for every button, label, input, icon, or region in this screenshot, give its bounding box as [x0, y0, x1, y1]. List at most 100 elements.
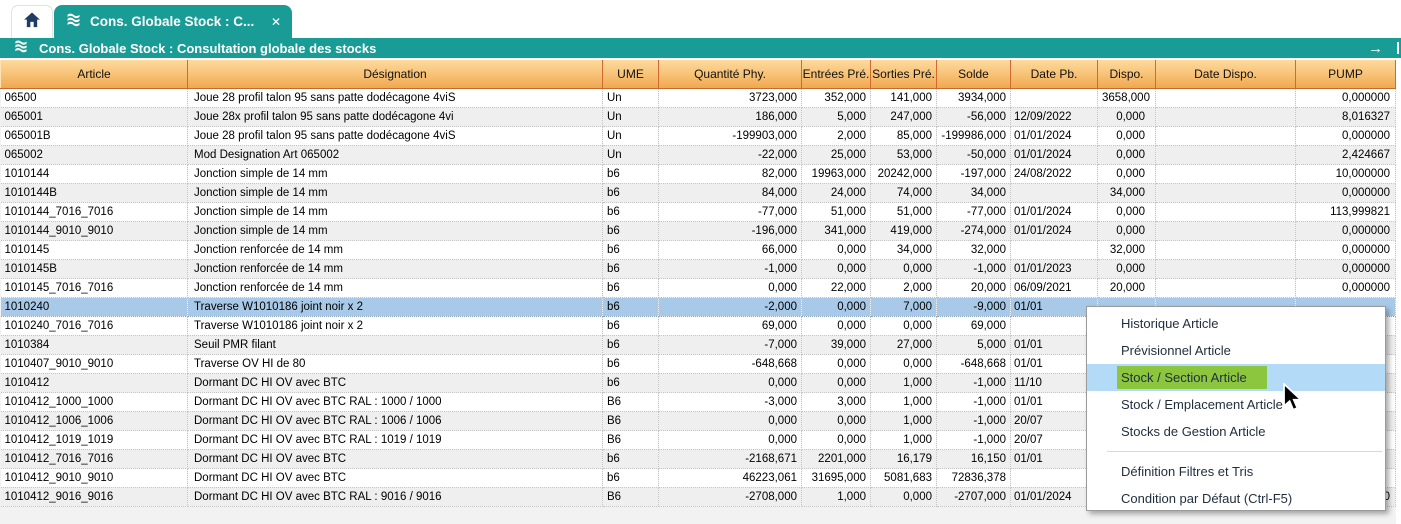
cell-pump: 0,000000 — [1296, 259, 1396, 278]
close-icon[interactable]: ✕ — [263, 15, 292, 29]
cell-entrees_pre: 0,000 — [802, 240, 871, 259]
menu-item-historique-article[interactable]: Historique Article — [1087, 310, 1385, 337]
table-row[interactable]: 065001BJoue 28 profil talon 95 sans patt… — [1, 126, 1396, 145]
menu-item-pr-visionnel-article[interactable]: Prévisionnel Article — [1087, 337, 1385, 364]
cell-article: 1010412 — [1, 373, 188, 392]
cell-article: 1010145B — [1, 259, 188, 278]
cell-dispo: 20,000 — [1098, 278, 1156, 297]
menu-item-stock-emplacement-article[interactable]: Stock / Emplacement Article — [1087, 391, 1385, 418]
table-row[interactable]: 1010145BJonction renforcée de 14 mmb6-1,… — [1, 259, 1396, 278]
cell-entrees_pre: 0,000 — [802, 297, 871, 316]
cell-sorties_pre: 20242,000 — [871, 164, 937, 183]
cell-solde: -1,000 — [937, 430, 1011, 449]
cell-designation: Jonction simple de 14 mm — [188, 164, 603, 183]
cell-article: 06500 — [1, 88, 188, 107]
cell-date_dispo — [1156, 107, 1296, 126]
table-row[interactable]: 1010144_7016_7016Jonction simple de 14 m… — [1, 202, 1396, 221]
cell-article: 1010407_9010_9010 — [1, 354, 188, 373]
column-header-dispo[interactable]: Dispo. — [1098, 59, 1156, 88]
tab-cons-globale-stock[interactable]: Cons. Globale Stock : C... ✕ — [54, 5, 292, 38]
cell-entrees_pre: 51,000 — [802, 202, 871, 221]
cell-sorties_pre: 247,000 — [871, 107, 937, 126]
column-header-date_dispo[interactable]: Date Dispo. — [1156, 59, 1296, 88]
cell-sorties_pre: 1,000 — [871, 373, 937, 392]
home-tab[interactable] — [11, 5, 53, 38]
cell-sorties_pre: 85,000 — [871, 126, 937, 145]
menu-item-label: Condition par Défaut (Ctrl-F5) — [1121, 491, 1292, 506]
cell-entrees_pre: 0,000 — [802, 354, 871, 373]
menu-item-stock-section-article[interactable]: Stock / Section Article — [1087, 364, 1385, 391]
cell-date_pb: 01/01/2024 — [1011, 202, 1098, 221]
cell-pump: 8,016327 — [1296, 107, 1396, 126]
column-header-date_pb[interactable]: Date Pb. — [1011, 59, 1098, 88]
cell-date_dispo — [1156, 126, 1296, 145]
cell-solde: 5,000 — [937, 335, 1011, 354]
cell-solde: 32,000 — [937, 240, 1011, 259]
cell-entrees_pre: 5,000 — [802, 107, 871, 126]
cell-sorties_pre: 1,000 — [871, 411, 937, 430]
menu-item-condition-par-d-faut-ctrl-f5[interactable]: Condition par Défaut (Ctrl-F5) — [1087, 485, 1385, 512]
column-header-quantite_phy[interactable]: Quantité Phy. — [659, 59, 802, 88]
cell-sorties_pre: 5081,683 — [871, 468, 937, 487]
cell-quantite_phy: 46223,061 — [659, 468, 802, 487]
tab-bar: Cons. Globale Stock : C... ✕ — [0, 0, 1401, 38]
cell-sorties_pre: 0,000 — [871, 316, 937, 335]
table-row[interactable]: 06500Joue 28 profil talon 95 sans patte … — [1, 88, 1396, 107]
cell-designation: Dormant DC HI OV avec BTC — [188, 449, 603, 468]
cell-dispo: 0,000 — [1098, 164, 1156, 183]
edge-bar — [1397, 42, 1399, 54]
cell-ume: B6 — [603, 392, 659, 411]
table-row[interactable]: 1010144_9010_9010Jonction simple de 14 m… — [1, 221, 1396, 240]
cell-sorties_pre: 0,000 — [871, 354, 937, 373]
cell-entrees_pre: 3,000 — [802, 392, 871, 411]
cell-sorties_pre: 34,000 — [871, 240, 937, 259]
cell-sorties_pre: 16,179 — [871, 449, 937, 468]
table-row[interactable]: 1010145_7016_7016Jonction renforcée de 1… — [1, 278, 1396, 297]
cell-ume: B6 — [603, 487, 659, 506]
cell-ume: b6 — [603, 221, 659, 240]
cell-entrees_pre: 2,000 — [802, 126, 871, 145]
cell-designation: Traverse W1010186 joint noir x 2 — [188, 316, 603, 335]
cell-entrees_pre: 0,000 — [802, 411, 871, 430]
table-row[interactable]: 065002Mod Designation Art 065002Un-22,00… — [1, 145, 1396, 164]
column-header-entrees_pre[interactable]: Entrées Pré. — [802, 59, 871, 88]
cell-designation: Jonction renforcée de 14 mm — [188, 240, 603, 259]
column-header-pump[interactable]: PUMP — [1296, 59, 1396, 88]
cell-solde: -1,000 — [937, 259, 1011, 278]
cell-ume: Un — [603, 126, 659, 145]
cell-sorties_pre: 2,000 — [871, 278, 937, 297]
context-menu: Historique ArticlePrévisionnel ArticleSt… — [1086, 306, 1386, 511]
menu-item-label: Stock / Emplacement Article — [1121, 397, 1283, 412]
cell-quantite_phy: -1,000 — [659, 259, 802, 278]
cell-date_dispo — [1156, 278, 1296, 297]
cell-date_pb: 01/01 — [1011, 335, 1098, 354]
cell-sorties_pre: 1,000 — [871, 430, 937, 449]
cell-designation: Dormant DC HI OV avec BTC — [188, 468, 603, 487]
menu-item-d-finition-filtres-et-tris[interactable]: Définition Filtres et Tris — [1087, 458, 1385, 485]
cell-pump: 0,000000 — [1296, 88, 1396, 107]
table-row[interactable]: 1010145Jonction renforcée de 14 mmb666,0… — [1, 240, 1396, 259]
cell-ume: b6 — [603, 373, 659, 392]
table-row[interactable]: 065001Joue 28x profil talon 95 sans patt… — [1, 107, 1396, 126]
table-row[interactable]: 1010144Jonction simple de 14 mmb682,0001… — [1, 164, 1396, 183]
column-header-ume[interactable]: UME — [603, 59, 659, 88]
cell-ume: b6 — [603, 202, 659, 221]
cell-quantite_phy: -196,000 — [659, 221, 802, 240]
cell-dispo: 0,000 — [1098, 145, 1156, 164]
cell-dispo: 0,000 — [1098, 202, 1156, 221]
menu-item-stocks-de-gestion-article[interactable]: Stocks de Gestion Article — [1087, 418, 1385, 445]
cell-date_dispo — [1156, 259, 1296, 278]
cell-designation: Seuil PMR filant — [188, 335, 603, 354]
menu-item-label: Stocks de Gestion Article — [1121, 424, 1266, 439]
column-header-designation[interactable]: Désignation — [188, 59, 603, 88]
cell-article: 1010412_9010_9010 — [1, 468, 188, 487]
cell-article: 1010144B — [1, 183, 188, 202]
column-header-article[interactable]: Article — [1, 59, 188, 88]
cell-sorties_pre: 0,000 — [871, 487, 937, 506]
cell-designation: Dormant DC HI OV avec BTC RAL : 1006 / 1… — [188, 411, 603, 430]
table-row[interactable]: 1010144BJonction simple de 14 mmb684,000… — [1, 183, 1396, 202]
column-header-sorties_pre[interactable]: Sorties Pré. — [871, 59, 937, 88]
stock-icon — [13, 38, 29, 59]
menu-item-label: Stock / Section Article — [1117, 366, 1267, 389]
column-header-solde[interactable]: Solde — [937, 59, 1011, 88]
